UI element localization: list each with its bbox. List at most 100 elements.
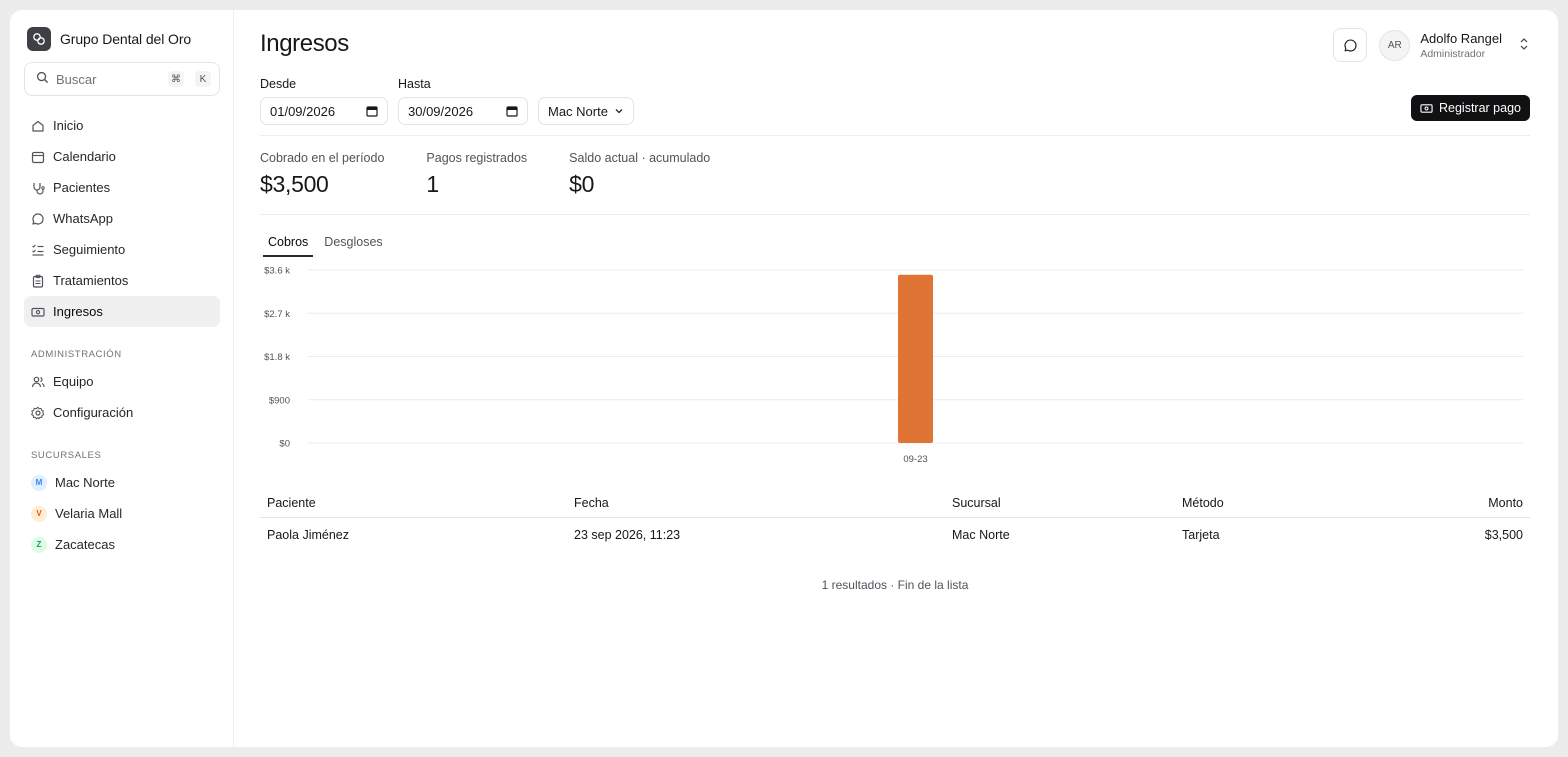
- sidebar: Grupo Dental del Oro Buscar ⌘ K Inicio C…: [10, 10, 234, 747]
- from-filter: Desde 01/09/2026: [260, 77, 388, 125]
- payments-table: Paciente Fecha Sucursal Método Monto Pao…: [260, 488, 1530, 551]
- search-placeholder: Buscar: [56, 71, 97, 87]
- cell-monto: $3,500: [1484, 527, 1523, 542]
- sidebar-item-calendario[interactable]: Calendario: [24, 141, 220, 172]
- tabs: Cobros Desgloses: [263, 235, 388, 257]
- stat-value: $0: [569, 171, 595, 197]
- to-date-input[interactable]: 30/09/2026: [398, 97, 528, 125]
- sidebar-item-label: Inicio: [53, 118, 84, 133]
- sidebar-item-ingresos[interactable]: Ingresos: [24, 296, 220, 327]
- sidebar-item-label: Ingresos: [53, 304, 103, 319]
- brand-logo-icon: [27, 27, 51, 51]
- sidebar-branch-velaria-mall[interactable]: V Velaria Mall: [24, 498, 220, 529]
- stat-label: Cobrado en el período: [260, 151, 385, 165]
- clipboard-icon: [31, 274, 45, 288]
- sidebar-item-label: Seguimiento: [53, 242, 126, 257]
- users-icon: [31, 375, 45, 389]
- brand-name: Grupo Dental del Oro: [60, 31, 192, 47]
- admin-section-label: ADMINISTRACIÓN: [31, 349, 122, 360]
- app-window: Grupo Dental del Oro Buscar ⌘ K Inicio C…: [10, 10, 1558, 747]
- shortcut-k-key: K: [195, 71, 211, 87]
- chat-icon: [31, 212, 45, 226]
- sidebar-item-pacientes[interactable]: Pacientes: [24, 172, 220, 203]
- shortcut-cmd-key: ⌘: [168, 71, 184, 87]
- sidebar-item-whatsapp[interactable]: WhatsApp: [24, 203, 220, 234]
- chart-bar[interactable]: [898, 274, 933, 443]
- stat-card: Pagos registrados 1: [426, 151, 527, 198]
- stat-label: Pagos registrados: [426, 151, 528, 165]
- page-title: Ingresos: [260, 30, 349, 57]
- stats: Cobrado en el período $3,500 Pagos regis…: [260, 151, 752, 198]
- user-role: Administrador: [1420, 47, 1486, 60]
- chevron-down-icon: [615, 109, 623, 114]
- message-circle-icon: [1344, 38, 1357, 51]
- stethoscope-icon: [31, 181, 45, 195]
- search-input[interactable]: Buscar ⌘ K: [24, 62, 220, 96]
- column-header-fecha[interactable]: Fecha: [574, 496, 952, 510]
- to-label: Hasta: [398, 77, 431, 91]
- sidebar-item-tratamientos[interactable]: Tratamientos: [24, 265, 220, 296]
- income-chart: $0 $900 $1.8 k $2.7 k $3.6 k 09-23: [260, 265, 1530, 475]
- sidebar-item-configuracion[interactable]: Configuración: [24, 397, 220, 428]
- header-actions: AR Adolfo Rangel Administrador: [1333, 28, 1530, 62]
- y-tick-label: $900: [269, 395, 290, 406]
- from-date-input[interactable]: 01/09/2026: [260, 97, 388, 125]
- register-payment-button[interactable]: Registrar pago: [1411, 95, 1530, 121]
- sidebar-branch-mac-norte[interactable]: M Mac Norte: [24, 467, 220, 498]
- x-tick-label: 09-23: [903, 454, 927, 465]
- branch-avatar: M: [31, 474, 47, 491]
- stat-value: 1: [426, 171, 439, 197]
- sidebar-item-label: Equipo: [53, 374, 94, 389]
- column-header-monto[interactable]: Monto: [1332, 496, 1523, 510]
- column-header-metodo[interactable]: Método: [1182, 496, 1332, 510]
- cell-metodo: Tarjeta: [1182, 527, 1220, 542]
- tab-desgloses[interactable]: Desgloses: [319, 235, 387, 257]
- to-filter: Hasta 30/09/2026: [398, 77, 528, 125]
- sidebar-item-label: Zacatecas: [55, 537, 115, 552]
- sidebar-item-label: Calendario: [53, 149, 116, 164]
- sidebar-item-label: Configuración: [53, 405, 134, 420]
- stat-label: Saldo actual · acumulado: [569, 151, 711, 165]
- calendar-icon: [31, 150, 45, 164]
- stat-card: Saldo actual · acumulado $0: [569, 151, 710, 198]
- stat-card: Cobrado en el período $3,500: [260, 151, 384, 198]
- branch-select[interactable]: Mac Norte: [538, 97, 634, 125]
- sidebar-branch-zacatecas[interactable]: Z Zacatecas: [24, 529, 220, 560]
- home-icon: [31, 119, 45, 133]
- calendar-icon: [366, 106, 378, 117]
- sidebar-item-seguimiento[interactable]: Seguimiento: [24, 234, 220, 265]
- sidebar-item-equipo[interactable]: Equipo: [24, 366, 220, 397]
- user-menu[interactable]: AR Adolfo Rangel Administrador: [1379, 29, 1530, 61]
- results-summary: 1 resultados · Fin de la lista: [821, 578, 969, 592]
- branch-avatar: Z: [31, 536, 47, 553]
- column-header-sucursal[interactable]: Sucursal: [952, 496, 1182, 510]
- sidebar-item-label: WhatsApp: [53, 211, 113, 226]
- brand[interactable]: Grupo Dental del Oro: [27, 27, 191, 51]
- table-header: Paciente Fecha Sucursal Método Monto: [260, 488, 1530, 518]
- tab-cobros[interactable]: Cobros: [263, 235, 314, 257]
- stat-value: $3,500: [260, 171, 329, 197]
- calendar-icon: [506, 106, 518, 117]
- branch-avatar: V: [31, 505, 47, 522]
- cell-paciente: Paola Jiménez: [267, 527, 349, 542]
- list-check-icon: [31, 243, 45, 257]
- search-icon: [36, 71, 49, 87]
- column-header-paciente[interactable]: Paciente: [267, 496, 574, 510]
- y-tick-label: $0: [279, 439, 290, 450]
- chevrons-up-down-icon: [1518, 37, 1530, 54]
- to-date-value: 30/09/2026: [408, 103, 474, 119]
- cell-fecha: 23 sep 2026, 11:23: [574, 527, 681, 542]
- table-row[interactable]: Paola Jiménez 23 sep 2026, 11:23 Mac Norte…: [260, 518, 1530, 551]
- y-tick-label: $1.8 k: [264, 352, 290, 363]
- divider: [260, 135, 1530, 136]
- messages-button[interactable]: [1333, 28, 1368, 62]
- sidebar-item-inicio[interactable]: Inicio: [24, 110, 220, 141]
- branch-select-value: Mac Norte: [548, 103, 608, 119]
- main-nav: Inicio Calendario Pacientes WhatsApp Seg…: [24, 110, 220, 560]
- income-chart-svg: $0 $900 $1.8 k $2.7 k $3.6 k 09-23: [264, 266, 1523, 465]
- sidebar-item-label: Velaria Mall: [55, 506, 123, 521]
- sidebar-item-label: Pacientes: [53, 180, 111, 195]
- from-label: Desde: [260, 77, 297, 91]
- sidebar-item-label: Tratamientos: [53, 273, 129, 288]
- from-date-value: 01/09/2026: [270, 103, 336, 119]
